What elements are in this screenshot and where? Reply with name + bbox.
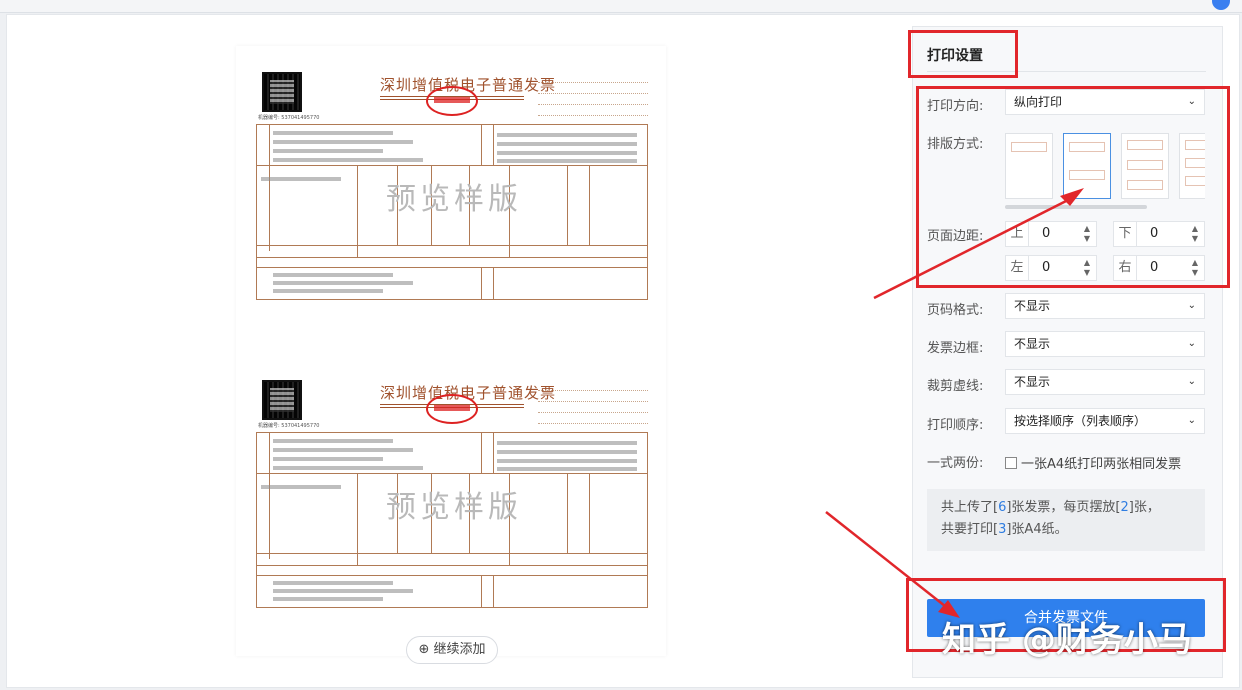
invoice-preview: 机器编号: 537041495770 深圳增值税电子普通发票 预览样版: [256, 68, 648, 308]
watermark: 预览样版: [386, 182, 522, 217]
page-number-select[interactable]: 不显示 ⌄: [1005, 293, 1205, 319]
print-summary: 共上传了[6]张发票，每页摆放[2]张， 共要打印[3]张A4纸。: [927, 489, 1205, 551]
continue-add-button[interactable]: ⊕ 继续添加: [406, 636, 498, 664]
chevron-down-icon: ⌄: [1187, 338, 1196, 349]
annotation-box-layout: [916, 86, 1230, 288]
border-label: 发票边框:: [927, 341, 984, 356]
red-seal-stamp: [426, 86, 478, 116]
print-preview-page: 机器编号: 537041495770 深圳增值税电子普通发票 预览样版 机器编号…: [236, 46, 666, 656]
watermark: 预览样版: [386, 490, 522, 525]
continue-add-label: 继续添加: [433, 642, 486, 657]
cut-line-select[interactable]: 不显示 ⌄: [1005, 369, 1205, 395]
page-number-label: 页码格式:: [927, 303, 984, 318]
chevron-down-icon: ⌄: [1187, 415, 1196, 426]
duplicate-label: 一式两份:: [927, 456, 984, 471]
duplicate-checkbox[interactable]: 一张A4纸打印两张相同发票: [1005, 453, 1181, 472]
chevron-down-icon: ⌄: [1187, 300, 1196, 311]
per-page-count: 2: [1120, 500, 1129, 515]
user-avatar[interactable]: [1212, 0, 1230, 10]
annotation-box-title: [908, 30, 1018, 78]
red-seal-stamp: [426, 394, 478, 424]
border-select[interactable]: 不显示 ⌄: [1005, 331, 1205, 357]
print-order-label: 打印顺序:: [927, 418, 984, 433]
print-order-select[interactable]: 按选择顺序（列表顺序） ⌄: [1005, 408, 1205, 434]
invoice-meta: [538, 382, 648, 426]
checkbox-icon[interactable]: [1005, 457, 1017, 469]
zhihu-watermark: 知乎 @财务小马: [942, 620, 1192, 660]
top-bar: [0, 0, 1242, 13]
cut-line-label: 裁剪虚线:: [927, 379, 984, 394]
chevron-down-icon: ⌄: [1187, 376, 1196, 387]
plus-circle-icon: ⊕: [418, 642, 430, 657]
qr-code: [262, 380, 302, 420]
invoice-meta: [538, 74, 648, 118]
qr-code: [262, 72, 302, 112]
invoice-preview: 机器编号: 537041495770 深圳增值税电子普通发票 预览样版: [256, 376, 648, 616]
